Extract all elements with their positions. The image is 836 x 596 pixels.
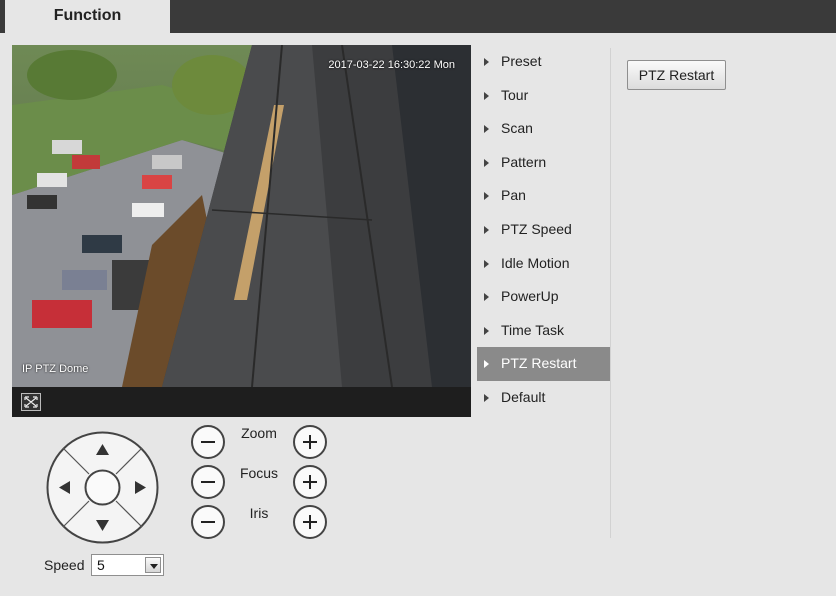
live-video[interactable]: 2017-03-22 16:30:22 Mon IP PTZ Dome xyxy=(12,45,471,387)
focus-plus-icon[interactable] xyxy=(293,465,327,499)
menu-item-label: PowerUp xyxy=(501,288,559,305)
menu-item-ptz-restart[interactable]: PTZ Restart xyxy=(477,347,610,381)
menu-item-label: Idle Motion xyxy=(501,254,570,271)
focus-minus-icon[interactable] xyxy=(191,465,225,499)
speed-value: 5 xyxy=(97,557,105,573)
menu-item-time-task[interactable]: Time Task xyxy=(477,314,610,348)
speed-select[interactable]: 5 xyxy=(91,554,164,576)
top-nav-bar: Function xyxy=(0,0,836,33)
triangle-right-icon xyxy=(484,125,489,134)
menu-item-label: Default xyxy=(501,388,546,405)
center-button[interactable] xyxy=(84,469,121,506)
panel-divider xyxy=(610,48,611,538)
menu-item-label: Time Task xyxy=(501,321,565,338)
menu-item-label: Tour xyxy=(501,86,529,103)
menu-item-label: Pattern xyxy=(501,153,547,170)
triangle-right-icon xyxy=(484,225,489,234)
triangle-right-icon xyxy=(484,91,489,100)
video-toolbar xyxy=(12,387,471,417)
menu-item-preset[interactable]: Preset xyxy=(477,45,610,79)
focus-label: Focus xyxy=(239,465,279,481)
menu-item-ptz-speed[interactable]: PTZ Speed xyxy=(477,213,610,247)
camera-view-image xyxy=(12,45,471,387)
ptz-function-menu: Preset Tour Scan Pattern Pan PTZ Speed I… xyxy=(477,45,610,415)
ptz-restart-button[interactable]: PTZ Restart xyxy=(627,60,726,90)
iris-label: Iris xyxy=(249,505,269,521)
direction-pad xyxy=(45,430,160,545)
focus-control: Focus xyxy=(191,465,331,499)
menu-item-powerup[interactable]: PowerUp xyxy=(477,280,610,314)
video-channel-name: IP PTZ Dome xyxy=(22,363,89,375)
triangle-right-icon xyxy=(484,58,489,66)
menu-item-label: PTZ Speed xyxy=(501,220,572,237)
menu-item-label: Scan xyxy=(501,120,533,137)
triangle-right-icon xyxy=(484,360,489,369)
triangle-right-icon xyxy=(484,393,489,402)
menu-item-label: Preset xyxy=(501,53,542,69)
triangle-right-icon xyxy=(484,259,489,268)
menu-item-scan[interactable]: Scan xyxy=(477,112,610,146)
triangle-right-icon xyxy=(484,192,489,201)
menu-item-label: PTZ Restart xyxy=(501,355,577,372)
tab-function[interactable]: Function xyxy=(5,0,170,33)
menu-item-label: Pan xyxy=(501,187,526,204)
zoom-control: Zoom xyxy=(191,425,331,459)
fullscreen-icon[interactable] xyxy=(21,393,41,411)
zoom-minus-icon[interactable] xyxy=(191,425,225,459)
menu-item-idle-motion[interactable]: Idle Motion xyxy=(477,247,610,281)
zoom-plus-icon[interactable] xyxy=(293,425,327,459)
video-timestamp: 2017-03-22 16:30:22 Mon xyxy=(328,59,455,71)
menu-item-pattern[interactable]: Pattern xyxy=(477,146,610,180)
speed-label: Speed xyxy=(44,557,85,573)
iris-control: Iris xyxy=(191,505,331,539)
menu-item-tour[interactable]: Tour xyxy=(477,79,610,113)
menu-item-pan[interactable]: Pan xyxy=(477,179,610,213)
triangle-right-icon xyxy=(484,326,489,335)
triangle-right-icon xyxy=(484,293,489,302)
menu-item-default[interactable]: Default xyxy=(477,381,610,415)
triangle-right-icon xyxy=(484,158,489,167)
iris-plus-icon[interactable] xyxy=(293,505,327,539)
iris-minus-icon[interactable] xyxy=(191,505,225,539)
chevron-down-icon[interactable] xyxy=(145,557,161,573)
zoom-label: Zoom xyxy=(241,425,277,441)
